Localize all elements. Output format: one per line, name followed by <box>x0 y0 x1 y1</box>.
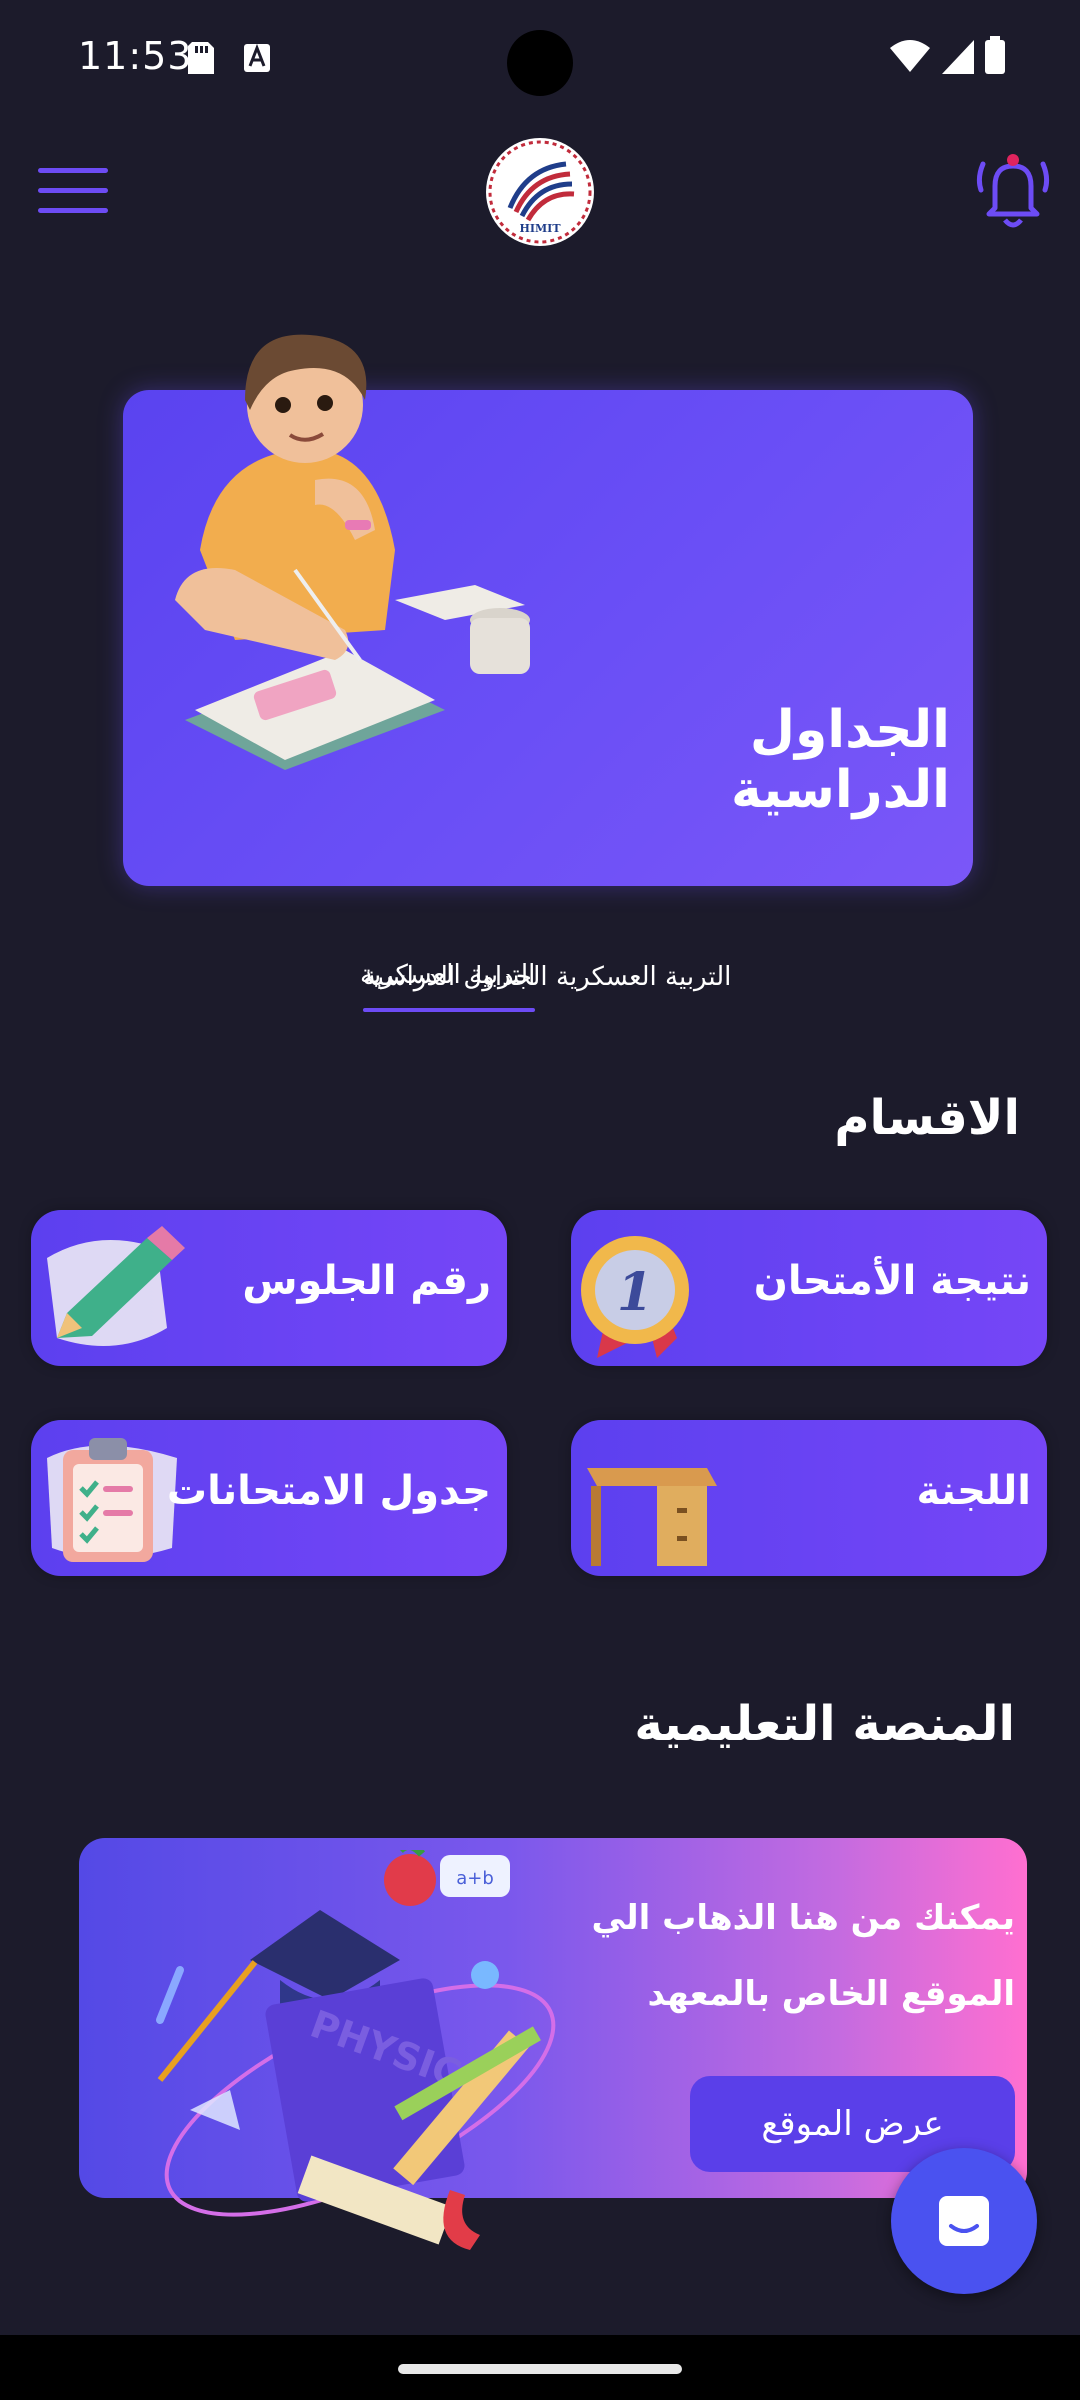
tab-schedules-label[interactable]: الجداول الدراسية <box>363 962 548 992</box>
card-label-committee: اللجنة <box>916 1468 1031 1514</box>
tab-selected-indicator <box>363 1008 535 1012</box>
notification-bell-icon[interactable] <box>975 150 1051 232</box>
front-camera <box>507 30 573 96</box>
cellular-signal-icon <box>942 40 974 74</box>
card-exam-result[interactable]: 1 نتيجة الأمتحان <box>571 1210 1047 1366</box>
wifi-icon <box>890 40 930 72</box>
chat-button[interactable] <box>891 2148 1037 2294</box>
hero-title: الجداول الدراسية <box>730 700 950 820</box>
platform-description: يمكنك من هنا الذهاب الي الموقع الخاص بال… <box>591 1898 1015 2014</box>
medal-icon: 1 <box>581 1236 689 1358</box>
logo-text: HIMIT <box>519 222 561 235</box>
sections-title: الاقسام <box>834 1090 1020 1146</box>
card-seat-number[interactable]: رقم الجلوس <box>31 1210 507 1366</box>
home-gesture-handle[interactable] <box>398 2364 682 2374</box>
card-label-exam-result: نتيجة الأمتحان <box>753 1258 1031 1304</box>
svg-text:1: 1 <box>617 1262 653 1323</box>
chat-icon <box>939 2196 989 2246</box>
text-a-icon <box>244 43 270 72</box>
card-exam-schedule[interactable]: جدول الامتحانات <box>31 1420 507 1576</box>
battery-icon <box>985 36 1005 74</box>
tab-military-education-label[interactable]: التربية العسكرية <box>556 962 731 992</box>
desk-icon <box>587 1468 717 1566</box>
menu-hamburger-icon[interactable] <box>38 168 108 216</box>
card-committee[interactable]: اللجنة <box>571 1420 1047 1576</box>
sd-card-icon <box>188 42 214 74</box>
platform-title: المنصة التعليمية <box>634 1696 1015 1752</box>
clipboard-icon <box>47 1438 177 1562</box>
status-time: 11:53 <box>78 34 193 78</box>
pencil-icon <box>47 1226 185 1346</box>
student-studying-illustration <box>175 334 530 770</box>
card-label-exam-schedule: جدول الامتحانات <box>166 1468 491 1514</box>
institute-logo: HIMIT <box>486 138 594 246</box>
card-label-seat-number: رقم الجلوس <box>242 1258 491 1304</box>
